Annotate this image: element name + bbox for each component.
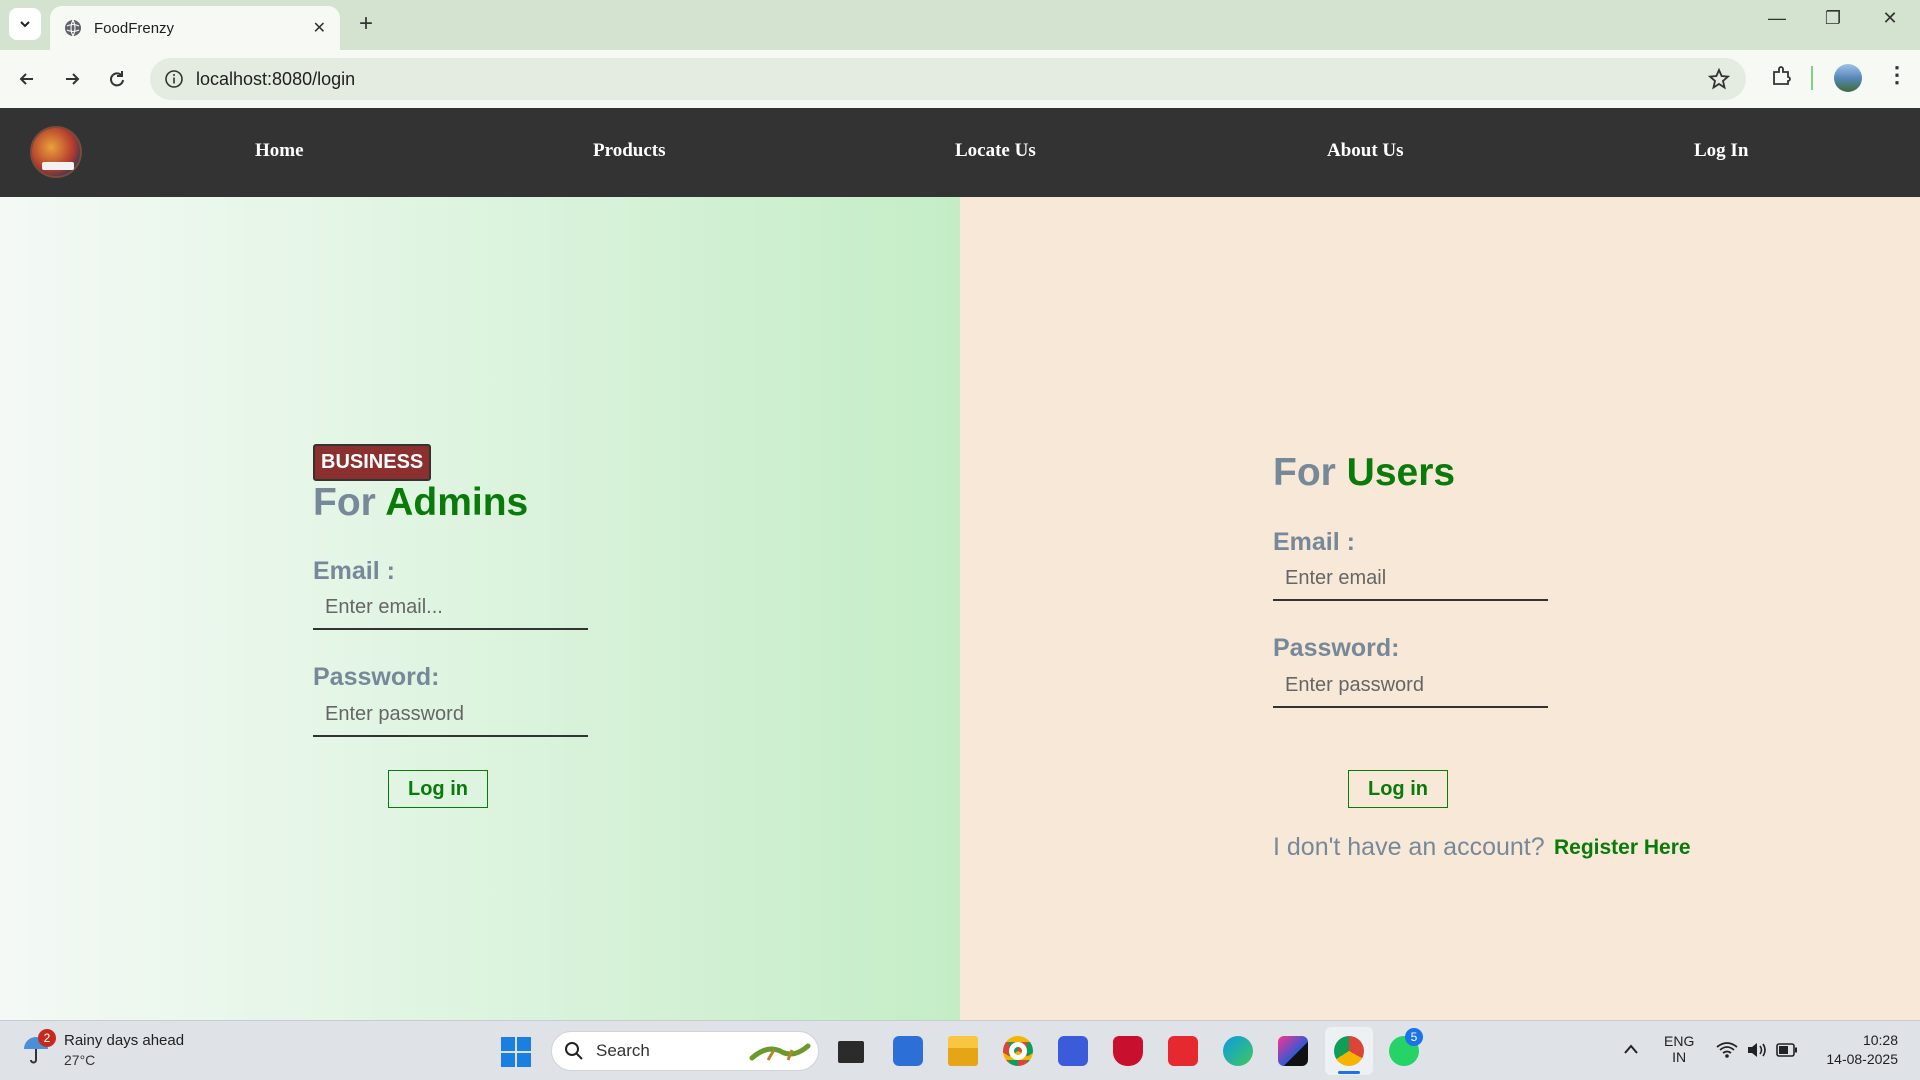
extensions-icon[interactable]	[1770, 64, 1794, 88]
active-indicator	[1338, 1071, 1360, 1074]
windows-taskbar: 2 Rainy days ahead 27°C Search 5 ENG IN …	[0, 1020, 1920, 1080]
battery-icon[interactable]	[1776, 1043, 1798, 1057]
intellij-icon[interactable]	[1278, 1036, 1308, 1066]
mcafee-icon[interactable]	[1113, 1036, 1143, 1066]
chevron-up-icon[interactable]	[1623, 1043, 1639, 1055]
profile-avatar[interactable]	[1834, 64, 1862, 92]
user-password-input[interactable]	[1273, 664, 1548, 708]
nav-log-in[interactable]: Log In	[1694, 140, 1748, 162]
wifi-icon[interactable]	[1716, 1041, 1738, 1059]
chevron-down-icon	[20, 21, 30, 28]
file-explorer-icon[interactable]	[948, 1036, 978, 1066]
url-text: localhost:8080/login	[196, 68, 356, 89]
volume-icon[interactable]	[1746, 1041, 1768, 1059]
search-icon	[565, 1042, 583, 1060]
browser-tab-strip: FoodFrenzy ✕ + — ❐ ✕	[0, 0, 1920, 50]
wps-office-icon[interactable]	[1168, 1036, 1198, 1066]
edge-icon[interactable]	[1223, 1036, 1253, 1066]
foodfrenzy-logo[interactable]	[30, 126, 82, 178]
task-view-icon[interactable]	[838, 1041, 864, 1063]
menu-dots-icon[interactable]: ⋮	[1886, 62, 1908, 88]
whatsapp-badge: 5	[1405, 1028, 1423, 1046]
weather-temperature: 27°C	[64, 1052, 96, 1068]
chrome-active-icon[interactable]	[1334, 1036, 1364, 1066]
browser-toolbar: localhost:8080/login ⋮	[0, 50, 1920, 108]
taskbar-search[interactable]: Search	[551, 1031, 819, 1071]
lizard-illustration-icon	[749, 1043, 811, 1061]
site-info-icon[interactable]	[164, 69, 184, 89]
reload-button[interactable]	[102, 64, 132, 94]
admin-email-input[interactable]	[313, 586, 588, 630]
admin-email-label: Email :	[313, 557, 395, 585]
admin-login-button[interactable]: Log in	[388, 770, 488, 808]
language-indicator[interactable]: ENG IN	[1664, 1033, 1694, 1065]
address-bar[interactable]: localhost:8080/login	[150, 58, 1746, 100]
user-login-panel	[960, 197, 1920, 1020]
windows-start-icon[interactable]	[501, 1037, 531, 1067]
vs-code-alt-icon[interactable]	[1058, 1036, 1088, 1066]
clock[interactable]: 10:28 14-08-2025	[1818, 1032, 1898, 1067]
admin-heading-prefix: For	[313, 481, 376, 524]
nav-about-us[interactable]: About Us	[1327, 140, 1404, 162]
tab-close-icon[interactable]: ✕	[313, 18, 326, 38]
admin-heading-accent: Admins	[385, 481, 529, 524]
nav-products[interactable]: Products	[593, 140, 665, 162]
clock-date: 14-08-2025	[1826, 1051, 1898, 1067]
register-link[interactable]: Register Here	[1554, 836, 1691, 860]
forward-button[interactable]	[57, 64, 87, 94]
bookmark-star-icon[interactable]	[1708, 68, 1730, 90]
weather-notification-badge: 2	[38, 1029, 56, 1047]
arrow-left-icon	[19, 73, 33, 85]
nav-locate-us[interactable]: Locate Us	[955, 140, 1036, 162]
microsoft-store-icon[interactable]	[893, 1036, 923, 1066]
search-label: Search	[596, 1041, 650, 1060]
close-window-icon[interactable]: ✕	[1870, 8, 1910, 29]
admin-heading: For Admins	[313, 481, 528, 525]
admin-password-input[interactable]	[313, 693, 588, 737]
reload-icon	[110, 71, 124, 87]
user-heading-prefix: For	[1273, 451, 1336, 494]
nav-home[interactable]: Home	[255, 140, 304, 162]
tab-search-button[interactable]	[9, 8, 41, 40]
site-navbar: Home Products Locate Us About Us Log In	[0, 108, 1920, 197]
arrow-right-icon	[66, 73, 80, 85]
user-heading-accent: Users	[1346, 451, 1456, 494]
weather-title[interactable]: Rainy days ahead	[64, 1032, 184, 1049]
toolbar-divider	[1811, 66, 1813, 90]
restore-icon[interactable]: ❐	[1813, 8, 1853, 29]
user-email-input[interactable]	[1273, 557, 1548, 601]
browser-tab[interactable]: FoodFrenzy ✕	[50, 6, 340, 50]
language-code: ENG	[1664, 1033, 1695, 1049]
back-button[interactable]	[12, 64, 42, 94]
globe-icon	[65, 19, 81, 37]
new-tab-button[interactable]: +	[352, 10, 380, 38]
user-heading: For Users	[1273, 451, 1455, 495]
user-password-label: Password:	[1273, 634, 1400, 662]
business-badge: BUSINESS	[313, 444, 432, 481]
chrome-icon[interactable]	[1003, 1036, 1033, 1066]
tab-title: FoodFrenzy	[94, 19, 175, 37]
no-account-text: I don't have an account?	[1273, 833, 1545, 861]
region-code: IN	[1672, 1049, 1687, 1065]
clock-time: 10:28	[1862, 1032, 1898, 1048]
user-login-button[interactable]: Log in	[1348, 770, 1448, 808]
admin-password-label: Password:	[313, 663, 440, 691]
user-email-label: Email :	[1273, 528, 1355, 556]
minimize-icon[interactable]: —	[1757, 8, 1797, 29]
